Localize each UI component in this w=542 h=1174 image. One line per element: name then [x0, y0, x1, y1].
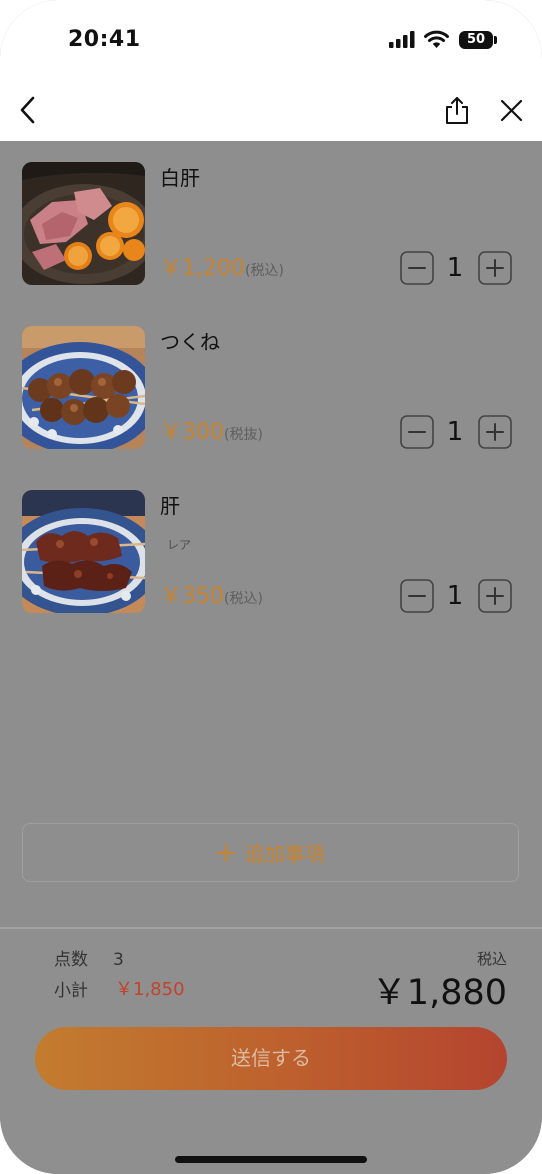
- tax-included-label: 税込: [476, 950, 507, 968]
- cart-screen: 20:41 50 白肝 ￥1,200(税込) 1 つくね ￥300(税抜) 1 …: [0, 0, 542, 1174]
- signal-icon: [389, 31, 415, 48]
- count-value: 3: [113, 950, 124, 970]
- decrease-quantity-button[interactable]: [400, 579, 434, 613]
- cart-item: つくね ￥300(税抜) 1: [0, 326, 542, 456]
- add-notes-label: 追加事項: [244, 842, 325, 866]
- price-tax-note: (税抜): [224, 427, 263, 443]
- item-name: 白肝: [160, 166, 200, 190]
- cart-item: 肝 レア ￥350(税込) 1: [0, 490, 542, 620]
- food-image: [22, 326, 145, 449]
- item-name: つくね: [160, 330, 220, 354]
- subtotal-label: 小計: [54, 981, 88, 1001]
- count-label: 点数: [54, 950, 88, 970]
- wifi-icon: [424, 30, 449, 48]
- home-indicator: [175, 1156, 367, 1163]
- item-price: ￥300(税抜): [160, 419, 263, 449]
- price-tax-note: (税込): [224, 591, 263, 607]
- add-notes-button[interactable]: 追加事項: [22, 823, 519, 882]
- chevron-left-icon[interactable]: [18, 96, 38, 124]
- plus-icon: [216, 843, 235, 862]
- quantity-value: 1: [446, 253, 464, 283]
- header: 20:41 50: [0, 0, 542, 141]
- item-photo[interactable]: [22, 162, 145, 285]
- increase-quantity-button[interactable]: [478, 579, 512, 613]
- item-photo[interactable]: [22, 490, 145, 613]
- price-amount: ￥350: [160, 584, 224, 609]
- price-amount: ￥300: [160, 420, 224, 445]
- share-icon[interactable]: [444, 96, 470, 125]
- close-icon[interactable]: [500, 99, 523, 122]
- total-amount: ￥1,880: [371, 973, 507, 1013]
- status-time: 20:41: [68, 27, 141, 52]
- decrease-quantity-button[interactable]: [400, 251, 434, 285]
- food-image: [22, 490, 145, 613]
- submit-order-button[interactable]: 送信する: [35, 1027, 507, 1090]
- quantity-value: 1: [446, 417, 464, 447]
- item-price: ￥1,200(税込): [160, 255, 284, 285]
- subtotal-value: ￥1,850: [115, 979, 185, 1000]
- quantity-value: 1: [446, 581, 464, 611]
- battery-nub: [494, 36, 497, 44]
- price-tax-note: (税込): [244, 263, 284, 279]
- item-photo[interactable]: [22, 326, 145, 449]
- cart-item: 白肝 ￥1,200(税込) 1: [0, 162, 542, 292]
- item-name: 肝: [160, 494, 180, 518]
- food-image: [22, 162, 145, 285]
- price-amount: ￥1,200: [160, 256, 245, 281]
- decrease-quantity-button[interactable]: [400, 415, 434, 449]
- battery-icon: 50: [459, 31, 493, 49]
- item-option-note: レア: [167, 538, 192, 552]
- increase-quantity-button[interactable]: [478, 415, 512, 449]
- item-price: ￥350(税込): [160, 583, 263, 613]
- increase-quantity-button[interactable]: [478, 251, 512, 285]
